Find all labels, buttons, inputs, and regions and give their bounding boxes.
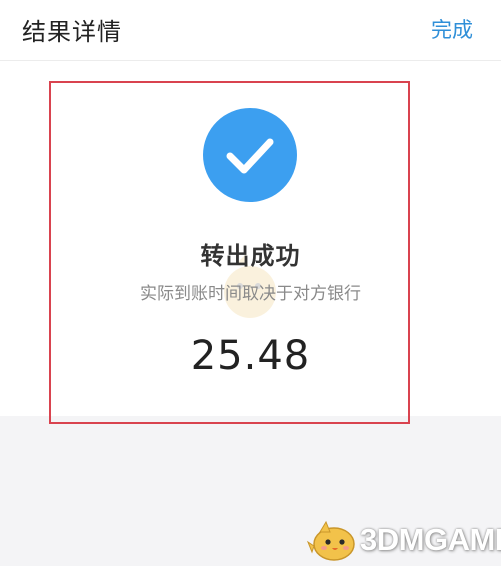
watermark-text: 3DMGAME xyxy=(360,522,501,557)
top-bar: 结果详情 完成 xyxy=(0,0,501,61)
watermark: 3DMGAME xyxy=(306,518,501,562)
transfer-amount: 25.48 xyxy=(190,333,311,379)
status-subtitle: 实际到账时间取决于对方银行 xyxy=(140,284,361,304)
chick-mascot-icon xyxy=(306,520,355,561)
page-title: 结果详情 xyxy=(22,18,122,46)
status-title: 转出成功 xyxy=(200,242,301,270)
done-button[interactable]: 完成 xyxy=(431,14,473,44)
check-circle-icon xyxy=(203,108,297,202)
